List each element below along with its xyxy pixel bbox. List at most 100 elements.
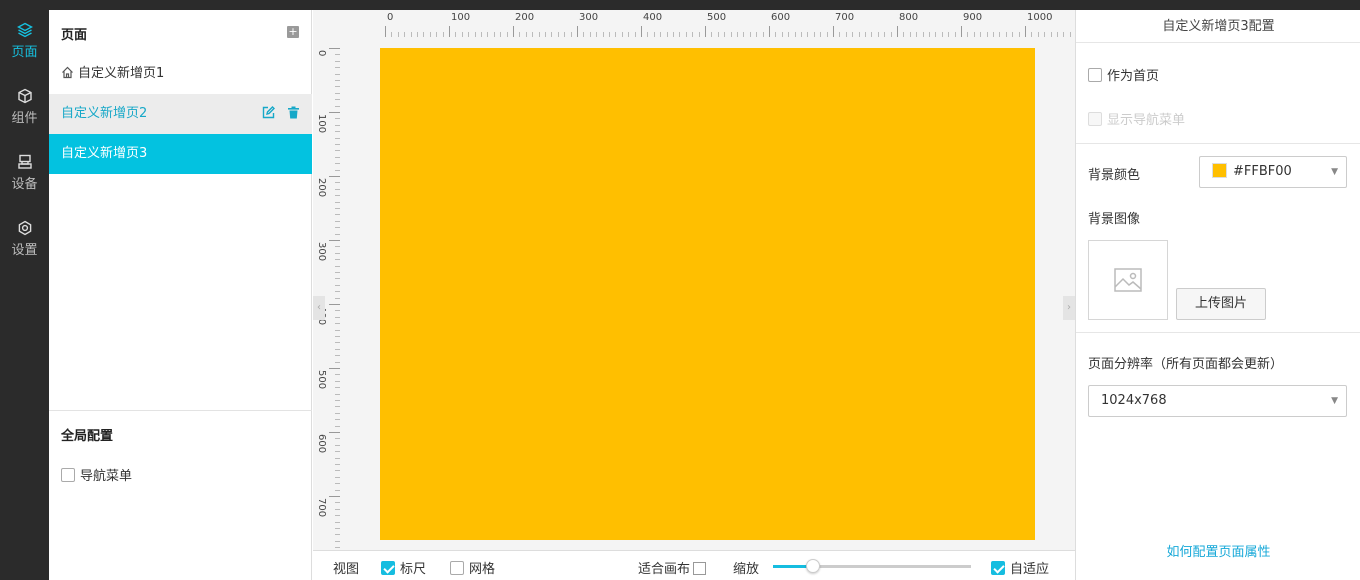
image-icon <box>1114 268 1142 292</box>
ruler-tick <box>967 32 969 37</box>
ruler-tick <box>335 361 340 363</box>
ruler-label: 700 <box>835 12 855 23</box>
grid-checkbox[interactable] <box>450 561 464 575</box>
ruler-tick <box>839 32 841 37</box>
ruler-tick <box>890 32 892 37</box>
ruler-tick <box>335 464 340 465</box>
nav-menu-option[interactable]: 导航菜单 <box>61 465 132 484</box>
resolution-label: 页面分辨率（所有页面都会更新） <box>1088 357 1284 372</box>
ruler-tick <box>335 220 340 222</box>
device-icon <box>17 154 32 169</box>
ruler-tick <box>335 521 340 523</box>
nav-item-pages[interactable]: 页面 <box>0 10 49 70</box>
ruler-tick <box>564 32 566 37</box>
ruler-tick <box>897 26 898 37</box>
help-link[interactable]: 如何配置页面属性 <box>1076 541 1360 560</box>
ruler-tick <box>423 32 425 37</box>
auto-fit-toggle[interactable]: 自适应 <box>991 558 1049 577</box>
ruler-tick <box>449 26 450 37</box>
ruler-checkbox[interactable] <box>381 561 395 575</box>
ruler-top: 0 100 200 300 400 500 600 700 800 900 1000 <box>340 10 1075 37</box>
ruler-tick <box>794 32 796 37</box>
grid-label: 网格 <box>469 562 496 577</box>
ruler-tick <box>1069 32 1071 37</box>
nav-item-label: 设备 <box>11 177 38 192</box>
auto-fit-checkbox[interactable] <box>991 561 1005 575</box>
resolution-select[interactable]: 1024x768 ▼ <box>1088 385 1347 417</box>
ruler-tick <box>852 32 854 37</box>
ruler-tick <box>692 32 694 37</box>
nav-item-devices[interactable]: 设备 <box>0 142 49 202</box>
nav-item-label: 组件 <box>11 111 38 126</box>
ruler-tick <box>698 32 700 37</box>
caret-down-icon: ▼ <box>1331 396 1338 406</box>
ruler-tick <box>679 32 681 37</box>
ruler-tick <box>335 252 340 254</box>
ruler-tick <box>653 32 655 37</box>
edit-page-button[interactable] <box>262 96 275 136</box>
ruler-tick <box>335 419 340 421</box>
as-home-option[interactable]: 作为首页 <box>1088 65 1159 84</box>
ruler-tick <box>335 80 340 81</box>
ruler-tick <box>1018 32 1020 37</box>
ruler-tick <box>335 137 340 139</box>
ruler-tick <box>335 163 340 165</box>
collapse-left-button[interactable]: ‹ <box>313 296 325 320</box>
cube-icon <box>17 88 32 104</box>
bg-color-picker[interactable]: #FFBF00 ▼ <box>1199 156 1347 188</box>
page-canvas[interactable] <box>380 48 1035 540</box>
ruler-tick <box>335 246 340 248</box>
ruler-toggle[interactable]: 标尺 <box>381 558 426 577</box>
nav-item-settings[interactable]: 设置 <box>0 208 49 268</box>
nav-menu-checkbox[interactable] <box>61 468 75 482</box>
ruler-tick <box>329 368 340 369</box>
ruler-tick <box>583 32 585 37</box>
ruler-tick <box>335 54 340 56</box>
add-page-button[interactable]: + <box>287 26 299 38</box>
caret-down-icon: ▼ <box>1331 167 1338 177</box>
ruler-tick <box>647 32 649 37</box>
bg-image-preview[interactable] <box>1088 240 1168 320</box>
page-item-2[interactable]: 自定义新增页2 <box>49 94 312 134</box>
ruler-tick <box>335 393 340 395</box>
ruler-tick <box>335 144 340 145</box>
collapse-right-button[interactable]: › <box>1063 296 1075 320</box>
ruler-tick <box>335 406 340 408</box>
fit-canvas-button[interactable]: 适合画布 <box>638 558 707 577</box>
ruler-tick <box>615 32 617 37</box>
ruler-label: 100 <box>451 12 471 23</box>
ruler-tick <box>781 32 783 37</box>
nav-item-components[interactable]: 组件 <box>0 76 49 136</box>
ruler-tick <box>532 32 534 37</box>
ruler-tick <box>335 348 340 350</box>
zoom-slider-knob[interactable] <box>805 559 820 573</box>
delete-page-button[interactable] <box>287 96 300 136</box>
show-nav-option: 显示导航菜单 <box>1088 109 1185 128</box>
ruler-tick <box>329 48 340 49</box>
page-item-label: 自定义新增页2 <box>61 106 148 121</box>
ruler-label: 600 <box>771 12 791 23</box>
page-item-1[interactable]: 自定义新增页1 <box>49 54 312 94</box>
upload-image-button[interactable]: 上传图片 <box>1176 288 1266 320</box>
ruler-tick <box>335 515 340 517</box>
ruler-tick <box>525 32 527 37</box>
zoom-slider[interactable] <box>773 559 971 573</box>
page-item-3[interactable]: 自定义新增页3 <box>49 134 312 174</box>
ruler-tick <box>737 32 738 37</box>
ruler-tick <box>666 32 668 37</box>
ruler-tick <box>833 26 834 37</box>
grid-toggle[interactable]: 网格 <box>450 558 495 577</box>
chevron-right-icon: › <box>1067 302 1071 313</box>
ruler-tick <box>335 316 340 318</box>
ruler-tick <box>335 470 340 472</box>
ruler-tick <box>935 32 937 37</box>
ruler-label: 300 <box>316 242 327 262</box>
ruler-tick <box>858 32 860 37</box>
bg-color-value: #FFBF00 <box>1233 164 1292 179</box>
ruler-tick <box>335 329 340 331</box>
ruler-tick <box>335 278 340 280</box>
as-home-checkbox[interactable] <box>1088 68 1102 82</box>
ruler-tick <box>743 32 745 37</box>
ruler-tick <box>826 32 828 37</box>
ruler-tick <box>329 432 340 433</box>
